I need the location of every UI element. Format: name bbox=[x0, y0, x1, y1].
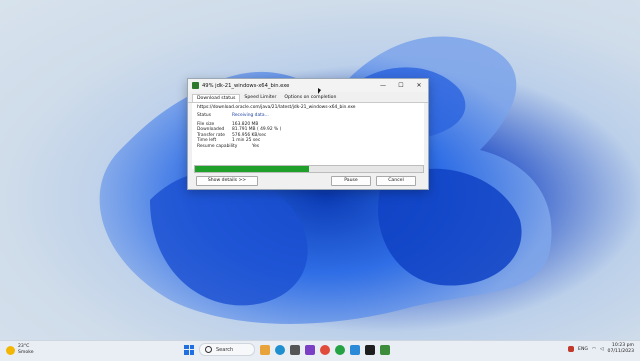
maximize-icon: ☐ bbox=[398, 82, 404, 89]
app-icon[interactable] bbox=[365, 344, 375, 355]
field-value: Yes bbox=[252, 143, 260, 149]
chrome-icon[interactable] bbox=[320, 344, 330, 355]
download-status-panel: https://download.oracle.com/java/21/late… bbox=[192, 103, 424, 169]
dialog-tabs: Download status Speed Limiter Options on… bbox=[188, 92, 428, 103]
dialog-titlebar[interactable]: 49% jdk-21_windows-x64_bin.exe — ☐ ✕ bbox=[188, 79, 428, 92]
search-placeholder: Search bbox=[216, 346, 234, 353]
pause-button[interactable]: Pause bbox=[331, 176, 371, 186]
mail-icon[interactable] bbox=[305, 344, 315, 355]
field-label: Resume capability bbox=[197, 143, 238, 149]
download-progress-bar bbox=[194, 165, 424, 173]
minimize-icon: — bbox=[380, 82, 386, 89]
download-manager-icon bbox=[192, 82, 199, 89]
minimize-button[interactable]: — bbox=[374, 79, 392, 92]
clock-date: 07/11/2023 bbox=[607, 349, 634, 354]
wifi-icon[interactable]: ◠ bbox=[592, 347, 596, 352]
show-details-button[interactable]: Show details >> bbox=[196, 176, 258, 186]
tab-download-status[interactable]: Download status bbox=[192, 94, 241, 102]
weather-widget[interactable]: 23°C Smoke bbox=[6, 344, 34, 356]
progress-fill bbox=[195, 166, 309, 172]
dialog-title: 49% jdk-21_windows-x64_bin.exe bbox=[202, 82, 290, 89]
download-manager-taskbar-icon[interactable] bbox=[380, 344, 390, 355]
file-explorer-icon[interactable] bbox=[260, 344, 270, 355]
taskbar-apps: Search bbox=[184, 343, 390, 356]
whatsapp-icon[interactable] bbox=[335, 344, 345, 355]
download-dialog: 49% jdk-21_windows-x64_bin.exe — ☐ ✕ Dow… bbox=[187, 78, 429, 190]
start-icon[interactable] bbox=[184, 344, 194, 355]
store-icon[interactable] bbox=[290, 344, 300, 355]
search-input[interactable]: Search bbox=[199, 343, 255, 356]
photos-icon[interactable] bbox=[350, 344, 360, 355]
cancel-button[interactable]: Cancel bbox=[376, 176, 416, 186]
tab-options-on-completion[interactable]: Options on completion bbox=[280, 94, 340, 102]
notification-icon[interactable] bbox=[568, 346, 575, 352]
sun-icon bbox=[6, 345, 15, 355]
dialog-buttons: Show details >> Pause Cancel bbox=[188, 176, 428, 186]
clock[interactable]: 10:23 pm 07/11/2023 bbox=[608, 343, 634, 355]
close-button[interactable]: ✕ bbox=[410, 79, 428, 92]
tab-speed-limiter[interactable]: Speed Limiter bbox=[240, 94, 280, 102]
weather-condition: Smoke bbox=[18, 350, 34, 355]
language-indicator[interactable]: ENG bbox=[578, 347, 588, 352]
status-label: Status bbox=[197, 113, 211, 118]
search-icon bbox=[205, 346, 212, 353]
status-value: Receiving data... bbox=[232, 113, 269, 118]
mouse-cursor-icon bbox=[318, 88, 321, 94]
taskbar: 23°C Smoke Search ENG ◠ ◁ 10:23 pm 07/11… bbox=[0, 340, 640, 361]
edge-icon[interactable] bbox=[275, 344, 285, 355]
resume-capability-row: Resume capability Yes bbox=[197, 144, 419, 150]
maximize-button[interactable]: ☐ bbox=[392, 79, 410, 92]
download-url: https://download.oracle.com/java/21/late… bbox=[197, 105, 356, 110]
close-icon: ✕ bbox=[416, 82, 422, 89]
system-tray: ENG ◠ ◁ 10:23 pm 07/11/2023 bbox=[568, 343, 634, 355]
volume-icon[interactable]: ◁ bbox=[600, 347, 604, 352]
